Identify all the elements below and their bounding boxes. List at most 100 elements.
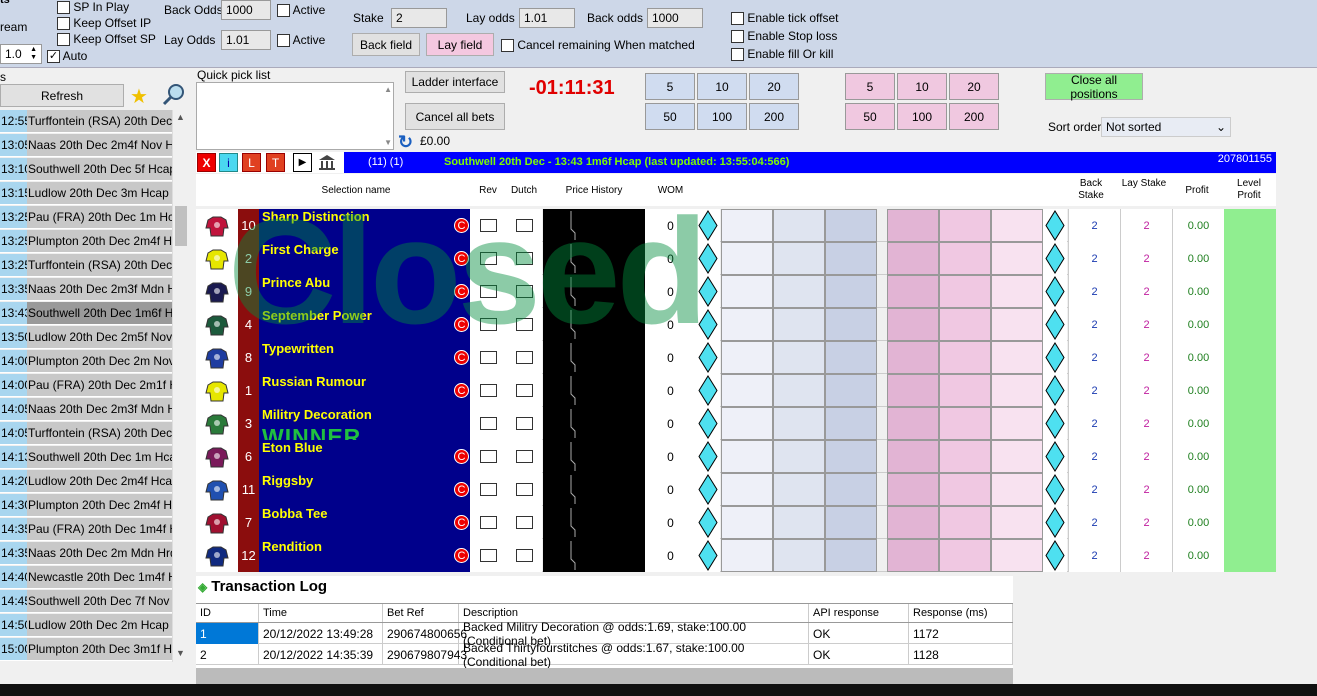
back-price-2[interactable] xyxy=(773,308,825,341)
log-col-header[interactable]: Time xyxy=(259,604,383,622)
rev-checkbox[interactable] xyxy=(479,252,497,265)
back-diamond-icon[interactable] xyxy=(696,473,720,506)
lay-price-2[interactable] xyxy=(939,209,991,242)
dutch-checkbox[interactable] xyxy=(515,285,533,298)
race-item[interactable]: 14:20Ludlow 20th Dec 2m4f Hcap C xyxy=(0,470,172,493)
collapse-chevron-icon[interactable]: ◈ xyxy=(198,580,207,594)
back-price-1[interactable] xyxy=(825,374,877,407)
log-col-header[interactable]: ID xyxy=(196,604,259,622)
lay-stake-value[interactable]: 2 xyxy=(1120,407,1172,440)
log-row[interactable]: 2 20/12/2022 14:35:39 290679807943 Backed T… xyxy=(196,641,1013,669)
dutch-checkbox[interactable] xyxy=(515,549,533,562)
back-stake-value[interactable]: 2 xyxy=(1068,242,1120,275)
lay-stake-value[interactable]: 2 xyxy=(1120,341,1172,374)
back-price-1[interactable] xyxy=(825,209,877,242)
dutch-cell[interactable] xyxy=(506,440,542,473)
lay-diamond-icon[interactable] xyxy=(1043,440,1067,473)
active1-checkbox[interactable] xyxy=(277,4,290,18)
back-stake-value[interactable]: 2 xyxy=(1068,539,1120,572)
back-price-3[interactable] xyxy=(721,275,773,308)
back-price-2[interactable] xyxy=(773,275,825,308)
lay-price-3[interactable] xyxy=(991,209,1043,242)
lay-price-2[interactable] xyxy=(939,506,991,539)
back-price-1[interactable] xyxy=(825,539,877,572)
rev-cell[interactable] xyxy=(470,242,506,275)
bank-icon[interactable] xyxy=(318,154,337,171)
rev-cell[interactable] xyxy=(470,440,506,473)
lay-quick-stake-button[interactable]: 50 xyxy=(845,103,895,130)
search-icon[interactable] xyxy=(162,82,188,109)
race-item[interactable]: 14:30Plumpton 20th Dec 2m4f Hcap xyxy=(0,494,172,517)
race-item[interactable]: 14:13 Southwell 20th Dec 1m Hcap xyxy=(0,446,172,469)
race-item[interactable]: 14:05 Turffontein (RSA) 20th Dec R xyxy=(0,422,172,445)
dutch-checkbox[interactable] xyxy=(515,516,533,529)
lay-stake-value[interactable]: 2 xyxy=(1120,275,1172,308)
fill-or-kill-checkbox[interactable] xyxy=(731,48,744,62)
back-price-3[interactable] xyxy=(721,506,773,539)
lay-price-1[interactable] xyxy=(887,506,939,539)
lay-price-3[interactable] xyxy=(991,473,1043,506)
log-col-header[interactable]: API response xyxy=(809,604,909,622)
back-price-3[interactable] xyxy=(721,539,773,572)
fill-or-kill-row[interactable]: Enable fill Or kill xyxy=(731,47,833,62)
back-quick-stake-button[interactable]: 5 xyxy=(645,73,695,100)
sp-in-play-row[interactable]: SP In Play xyxy=(57,0,129,15)
cancel-remaining-checkbox[interactable] xyxy=(501,39,514,53)
lay-price-1[interactable] xyxy=(887,407,939,440)
rev-cell[interactable] xyxy=(470,407,506,440)
back-price-1[interactable] xyxy=(825,242,877,275)
dutch-cell[interactable] xyxy=(506,473,542,506)
refresh-button[interactable]: Refresh xyxy=(0,84,124,107)
lay-price-3[interactable] xyxy=(991,275,1043,308)
back-quick-stake-button[interactable]: 20 xyxy=(749,73,799,100)
auto-row[interactable]: ✓ Auto xyxy=(47,49,87,64)
back-price-1[interactable] xyxy=(825,407,877,440)
back-diamond-icon[interactable] xyxy=(696,209,720,242)
lay-stake-value[interactable]: 2 xyxy=(1120,308,1172,341)
lay-stake-value[interactable]: 2 xyxy=(1120,539,1172,572)
runner-name[interactable]: Prince Abu xyxy=(259,275,453,308)
rev-cell[interactable] xyxy=(470,341,506,374)
keep-offset-sp-row[interactable]: Keep Offset SP xyxy=(57,32,156,47)
back-quick-stake-button[interactable]: 200 xyxy=(749,103,799,130)
lay-price-1[interactable] xyxy=(887,473,939,506)
lay-field-button[interactable]: Lay field xyxy=(426,33,494,56)
back-quick-stake-button[interactable]: 50 xyxy=(645,103,695,130)
race-item[interactable]: 14:00Pau (FRA) 20th Dec 2m1f Hrd xyxy=(0,374,172,397)
tick-offset-checkbox[interactable] xyxy=(731,12,744,26)
back-price-1[interactable] xyxy=(825,275,877,308)
rev-cell[interactable] xyxy=(470,506,506,539)
back-stake-value[interactable]: 2 xyxy=(1068,407,1120,440)
race-item[interactable]: 14:45Southwell 20th Dec 7f Nov Stk xyxy=(0,590,172,613)
back-price-3[interactable] xyxy=(721,341,773,374)
dutch-cell[interactable] xyxy=(506,407,542,440)
lay-price-2[interactable] xyxy=(939,242,991,275)
conditional-badge[interactable]: C xyxy=(453,539,470,572)
back-stake-value[interactable]: 2 xyxy=(1068,374,1120,407)
sort-order-select[interactable]: Not sorted ⌄ xyxy=(1101,117,1231,137)
back-stake-value[interactable]: 2 xyxy=(1068,308,1120,341)
lay-quick-stake-button[interactable]: 5 xyxy=(845,73,895,100)
dutch-cell[interactable] xyxy=(506,341,542,374)
rev-checkbox[interactable] xyxy=(479,384,497,397)
lay-price-1[interactable] xyxy=(887,440,939,473)
qp-scroll-up-icon[interactable]: ▲ xyxy=(384,85,392,94)
rev-cell[interactable] xyxy=(470,209,506,242)
back-price-2[interactable] xyxy=(773,374,825,407)
back-stake-value[interactable]: 2 xyxy=(1068,473,1120,506)
lay-stake-value[interactable]: 2 xyxy=(1120,209,1172,242)
back-price-3[interactable] xyxy=(721,374,773,407)
back-diamond-icon[interactable] xyxy=(696,539,720,572)
race-list-scrollbar[interactable]: ▲ ▼ xyxy=(172,110,188,662)
back-price-3[interactable] xyxy=(721,308,773,341)
race-item[interactable]: 13:10 Southwell 20th Dec 5f Hcap xyxy=(0,158,172,181)
lay-price-3[interactable] xyxy=(991,539,1043,572)
rev-cell[interactable] xyxy=(470,374,506,407)
dutch-checkbox[interactable] xyxy=(515,450,533,463)
dutch-cell[interactable] xyxy=(506,539,542,572)
runner-name[interactable]: Rendition xyxy=(259,539,453,572)
dutch-checkbox[interactable] xyxy=(515,384,533,397)
back-price-2[interactable] xyxy=(773,209,825,242)
back-diamond-icon[interactable] xyxy=(696,242,720,275)
dutch-checkbox[interactable] xyxy=(515,483,533,496)
